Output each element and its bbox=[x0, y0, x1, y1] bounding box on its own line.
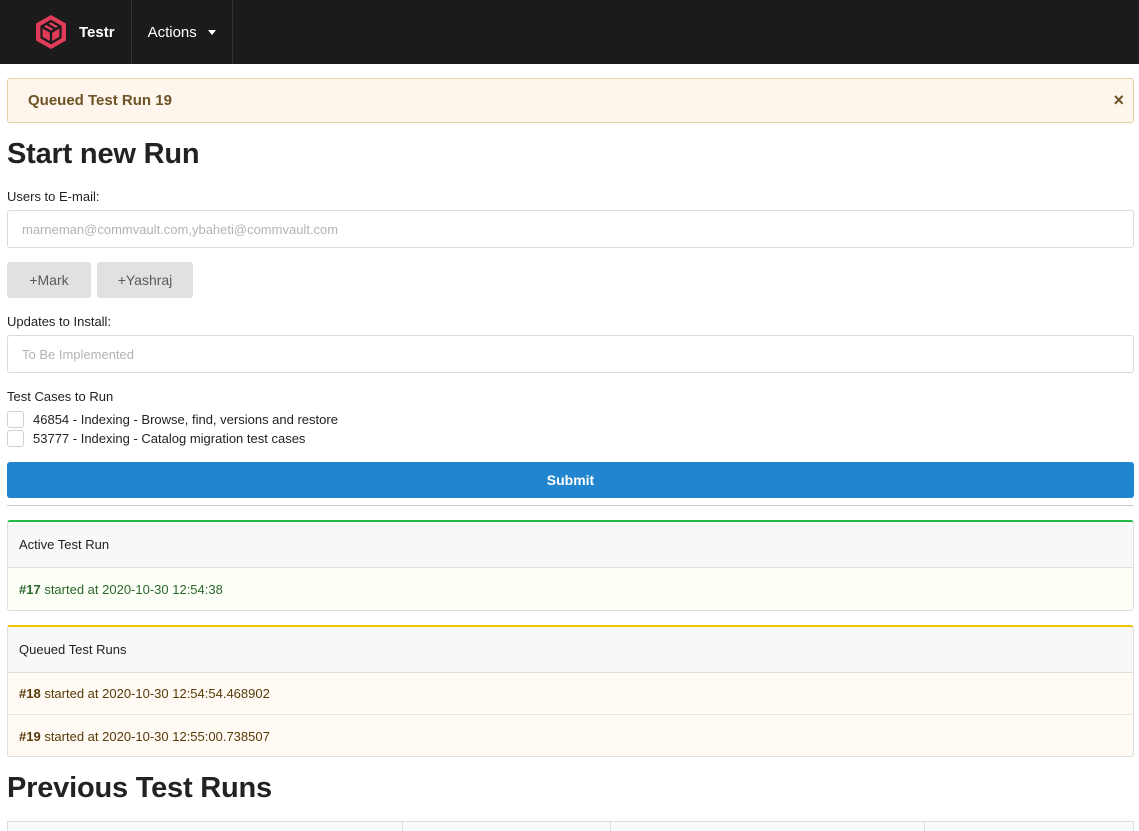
run-start-time: started at 2020-10-30 12:54:38 bbox=[40, 581, 223, 597]
run-start-time: started at 2020-10-30 12:55:00.738507 bbox=[40, 728, 270, 744]
top-navbar: Testr Actions bbox=[0, 0, 1139, 64]
testcase-checkbox[interactable] bbox=[7, 411, 24, 428]
brand-name: Testr bbox=[79, 23, 115, 41]
alert-message: Queued Test Run 19 bbox=[28, 92, 172, 109]
list-item[interactable]: #18 started at 2020-10-30 12:54:54.46890… bbox=[8, 673, 1133, 715]
email-field[interactable] bbox=[7, 210, 1134, 248]
list-item[interactable]: #17 started at 2020-10-30 12:54:38 bbox=[8, 568, 1133, 610]
previous-runs-title: Previous Test Runs bbox=[7, 772, 272, 804]
testcase-option[interactable]: 53777 - Indexing - Catalog migration tes… bbox=[7, 430, 305, 447]
run-id: #17 bbox=[19, 581, 41, 597]
queued-alert: Queued Test Run 19 × bbox=[7, 78, 1134, 123]
caret-down-icon bbox=[207, 30, 216, 35]
testcase-label[interactable]: 46854 - Indexing - Browse, find, version… bbox=[33, 412, 338, 427]
add-yashraj-button[interactable]: +Yashraj bbox=[97, 262, 193, 298]
close-icon[interactable]: × bbox=[1113, 89, 1124, 111]
run-id: #18 bbox=[19, 686, 41, 701]
email-label: Users to E-mail: bbox=[7, 189, 100, 204]
list-item[interactable]: #19 started at 2020-10-30 12:55:00.73850… bbox=[8, 715, 1133, 756]
updates-label: Updates to Install: bbox=[7, 314, 112, 329]
testcase-checkbox[interactable] bbox=[7, 430, 24, 447]
testcases-label: Test Cases to Run bbox=[7, 389, 114, 404]
active-run-panel: Active Test Run #17 started at 2020-10-3… bbox=[7, 520, 1134, 611]
queued-runs-header: Queued Test Runs bbox=[8, 627, 1133, 673]
add-mark-button[interactable]: +Mark bbox=[7, 262, 91, 298]
brand-link[interactable]: Testr bbox=[0, 0, 132, 64]
run-id: #19 bbox=[19, 728, 41, 744]
testcase-label[interactable]: 53777 - Indexing - Catalog migration tes… bbox=[33, 431, 305, 446]
cube-logo-icon bbox=[36, 15, 66, 49]
queued-runs-panel: Queued Test Runs #18 started at 2020-10-… bbox=[7, 625, 1134, 757]
submit-button[interactable]: Submit bbox=[7, 462, 1134, 498]
testcase-option[interactable]: 46854 - Indexing - Browse, find, version… bbox=[7, 411, 338, 428]
page-title: Start new Run bbox=[7, 138, 200, 170]
actions-dropdown-label: Actions bbox=[147, 23, 197, 41]
previous-runs-table bbox=[7, 821, 1134, 831]
active-run-header: Active Test Run bbox=[8, 522, 1133, 568]
divider bbox=[7, 505, 1134, 506]
run-start-time: started at 2020-10-30 12:54:54.468902 bbox=[40, 686, 270, 701]
actions-dropdown[interactable]: Actions bbox=[132, 0, 233, 64]
updates-field[interactable] bbox=[7, 335, 1134, 373]
